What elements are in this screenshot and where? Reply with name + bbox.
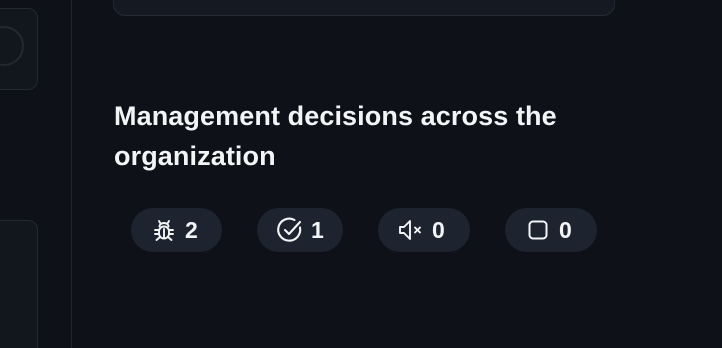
muted-count: 0	[432, 216, 445, 243]
muted-count-badge[interactable]: 0	[378, 208, 470, 252]
bugs-count: 2	[185, 216, 198, 243]
page: Management decisions across the organiza…	[0, 0, 722, 348]
sidebar-divider	[71, 0, 72, 348]
speaker-muted-icon	[396, 215, 426, 245]
approved-count: 1	[311, 216, 324, 243]
square-icon	[523, 215, 553, 245]
unchecked-count: 0	[559, 216, 572, 243]
bug-icon	[149, 215, 179, 245]
bugs-count-badge[interactable]: 2	[131, 208, 222, 252]
sidebar-panel	[0, 220, 38, 348]
section-title: Management decisions across the organiza…	[114, 101, 557, 171]
check-circle-icon	[275, 215, 305, 245]
approved-count-badge[interactable]: 1	[257, 208, 343, 252]
content-card	[113, 0, 615, 16]
unchecked-count-badge[interactable]: 0	[505, 208, 597, 252]
